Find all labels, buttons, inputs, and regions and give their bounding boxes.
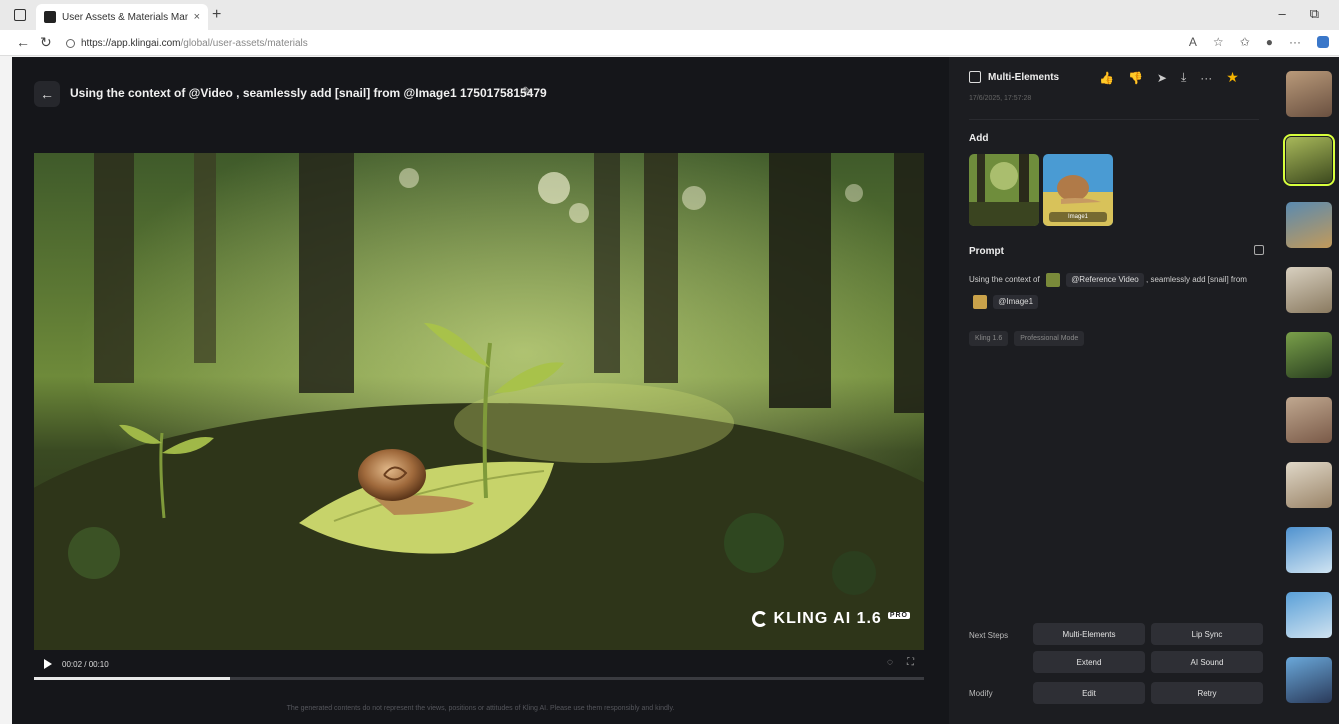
download-icon[interactable]: ⤓	[1181, 70, 1186, 85]
multi-elements-button[interactable]: Multi-Elements	[1033, 623, 1145, 645]
disclaimer-text: The generated contents do not represent …	[286, 705, 675, 712]
refresh-icon[interactable]: ↻	[40, 34, 52, 51]
ai-sound-button[interactable]: AI Sound	[1151, 651, 1263, 673]
read-aloud-icon[interactable]: A	[1189, 35, 1197, 49]
video-controls-right: ◌ ⛶	[887, 657, 914, 668]
video-player[interactable]: KLING AI 1.6 PRO	[34, 153, 924, 650]
kling-app: ← Using the context of @Video , seamless…	[12, 57, 1339, 724]
creation-date: 17/6/2025, 17:57:28	[969, 95, 1032, 102]
like-icon[interactable]: 👍	[1099, 71, 1114, 85]
tab-close-icon[interactable]: ×	[194, 11, 200, 23]
history-item[interactable]	[1286, 657, 1332, 703]
generation-tags: Kling 1.6 Professional Mode	[969, 331, 1085, 346]
progress-fill	[34, 677, 230, 680]
prompt-label: Prompt	[969, 246, 1004, 257]
panel-title: Multi-Elements	[988, 71, 1060, 83]
multi-elements-icon	[969, 71, 981, 83]
prompt-text: Using the context of @Reference Video , …	[969, 269, 1259, 313]
url-host: https://app.klingai.com	[81, 37, 181, 49]
kling-favicon-icon	[44, 11, 56, 23]
maximize-button[interactable]: ⧉	[1310, 6, 1319, 22]
minimize-button[interactable]: –	[1278, 6, 1285, 22]
mode-tag: Professional Mode	[1014, 331, 1085, 346]
tab-title: User Assets & Materials Manage	[62, 11, 188, 23]
window-menu-icon[interactable]	[14, 9, 26, 21]
url-input[interactable]: https://app.klingai.com/global/user-asse…	[66, 34, 1186, 52]
history-item[interactable]	[1286, 397, 1332, 443]
history-item[interactable]	[1286, 592, 1332, 638]
next-steps-label: Next Steps	[969, 631, 1009, 640]
prompt-part-2: , seamlessly add [snail] from	[1146, 275, 1247, 284]
copy-icon[interactable]	[1254, 245, 1264, 255]
bookmark-star-icon[interactable]: ☆	[1213, 35, 1224, 49]
browser-menu-icon[interactable]: ···	[1289, 35, 1301, 49]
image-chip-icon	[973, 294, 987, 309]
favorite-star-icon[interactable]: ★	[1226, 69, 1239, 86]
window-controls: – ⧉	[1278, 6, 1319, 22]
extend-button[interactable]: Extend	[1033, 651, 1145, 673]
play-icon[interactable]	[44, 659, 52, 669]
history-item[interactable]	[1286, 462, 1332, 508]
video-controls: 00:02 / 00:10 ◌ ⛶	[34, 653, 924, 675]
forest-thumbnail	[969, 154, 1039, 226]
edit-button[interactable]: Edit	[1033, 682, 1145, 704]
share-icon[interactable]: ➤	[1157, 71, 1167, 85]
lip-sync-button[interactable]: Lip Sync	[1151, 623, 1263, 645]
retry-button[interactable]: Retry	[1151, 682, 1263, 704]
model-tag: Kling 1.6	[969, 331, 1009, 346]
history-item[interactable]	[1286, 267, 1332, 313]
url-path: /global/user-assets/materials	[180, 37, 308, 49]
history-strip	[1272, 57, 1339, 724]
site-info-icon[interactable]	[66, 38, 75, 48]
kling-watermark: KLING AI 1.6 PRO	[751, 610, 910, 628]
edit-title-icon[interactable]: ✎	[522, 84, 533, 100]
panel-actions: 👍 👎 ➤ ⤓ ··· ★	[1099, 69, 1239, 86]
modify-label: Modify	[969, 689, 993, 698]
reference-video-mention: @Reference Video	[1066, 273, 1144, 287]
video-frame	[34, 153, 924, 650]
browser-tab-bar: User Assets & Materials Manage × + – ⧉	[0, 0, 1339, 30]
panel-header: Multi-Elements	[969, 71, 1059, 83]
favorites-icon[interactable]: ✩	[1240, 35, 1250, 49]
watermark-badge: PRO	[887, 612, 910, 619]
back-arrow-icon[interactable]: ←	[16, 34, 30, 50]
extension-icon[interactable]	[1317, 36, 1329, 48]
reference-video-thumbnail[interactable]	[969, 154, 1039, 226]
kling-logo-icon	[751, 611, 768, 627]
profile-icon[interactable]: ●	[1266, 35, 1273, 49]
image1-mention: @Image1	[993, 295, 1039, 309]
dislike-icon[interactable]: 👎	[1128, 71, 1143, 85]
video-viewer: ← Using the context of @Video , seamless…	[12, 57, 949, 724]
history-item[interactable]	[1286, 202, 1332, 248]
address-bar-icons: A ☆ ✩ ● ···	[1189, 35, 1329, 49]
add-label: Add	[969, 133, 989, 144]
back-button[interactable]: ←	[34, 81, 60, 107]
playback-time: 00:02 / 00:10	[62, 659, 109, 669]
progress-bar[interactable]	[34, 677, 924, 680]
prompt-part-1: Using the context of	[969, 275, 1040, 284]
watermark-text: KLING AI 1.6	[773, 610, 882, 627]
history-item[interactable]	[1286, 527, 1332, 573]
volume-icon[interactable]: ◌	[887, 657, 893, 668]
image1-label: Image1	[1049, 212, 1107, 222]
history-item[interactable]	[1286, 71, 1332, 117]
video-chip-icon	[1045, 272, 1060, 287]
fullscreen-icon[interactable]: ⛶	[907, 657, 914, 668]
image1-thumbnail[interactable]: Image1	[1043, 154, 1113, 226]
new-tab-button[interactable]: +	[212, 6, 221, 24]
history-item[interactable]	[1286, 332, 1332, 378]
more-icon[interactable]: ···	[1200, 71, 1212, 85]
detail-panel: Multi-Elements 17/6/2025, 17:57:28 👍 👎 ➤…	[949, 57, 1272, 724]
browser-tab[interactable]: User Assets & Materials Manage ×	[36, 4, 208, 30]
page-title: Using the context of @Video , seamlessly…	[70, 86, 547, 100]
address-bar: ← ↻ https://app.klingai.com/global/user-…	[0, 30, 1339, 56]
divider	[969, 119, 1259, 120]
history-item-active[interactable]	[1283, 134, 1335, 186]
